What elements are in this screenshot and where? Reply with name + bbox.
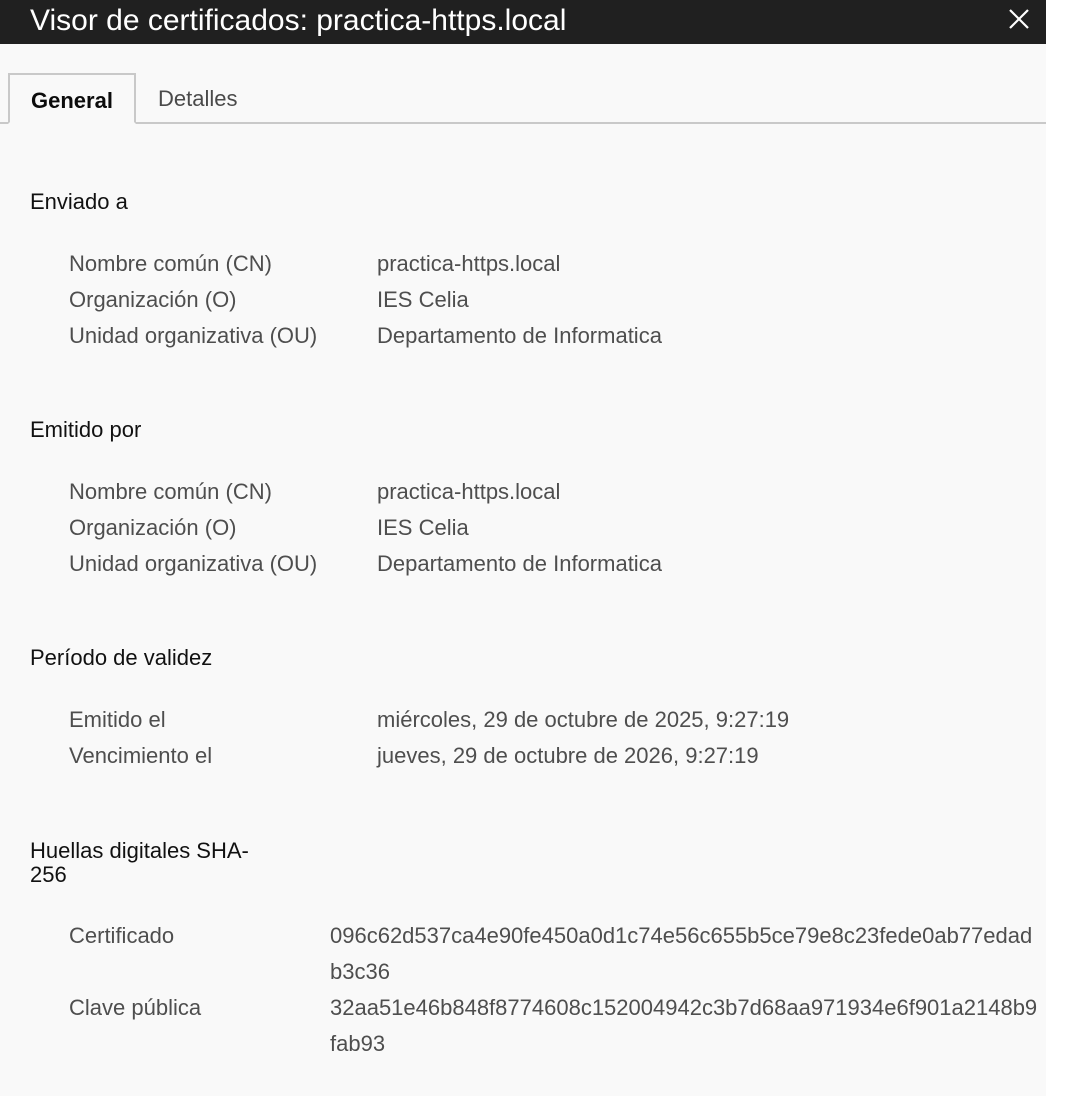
- issued-by-cn-label: Nombre común (CN): [69, 479, 272, 504]
- tab-details[interactable]: Detalles: [158, 73, 237, 124]
- issued-by-ou-label: Unidad organizativa (OU): [69, 551, 318, 576]
- certificate-viewer-dialog: Visor de certificados: practica-https.lo…: [0, 0, 1046, 1096]
- title-bar: Visor de certificados: practica-https.lo…: [0, 0, 1046, 44]
- issued-by-o-value: IES Celia: [377, 515, 469, 540]
- fingerprint-certificate-value: 096c62d537ca4e90fe450a0d1c74e56c655b5ce7…: [330, 923, 1033, 984]
- issued-to-cn-value: practica-https.local: [377, 251, 561, 276]
- issued-to-o-value: IES Celia: [377, 287, 469, 312]
- fingerprint-public-key-label: Clave pública: [69, 995, 202, 1020]
- issued-to-cn-label: Nombre común (CN): [69, 251, 272, 276]
- issued-to-o-label: Organización (O): [69, 287, 237, 312]
- issued-by-o-label: Organización (O): [69, 515, 237, 540]
- section-title-issued-by: Emitido por: [30, 417, 142, 442]
- validity-expires-value: jueves, 29 de octubre de 2026, 9:27:19: [377, 743, 759, 768]
- validity-expires-label: Vencimiento el: [69, 743, 213, 768]
- section-title-fingerprints: Huellas digitales SHA- 256: [30, 839, 249, 887]
- issued-to-ou-label: Unidad organizativa (OU): [69, 323, 318, 348]
- tab-strip: General Detalles: [0, 44, 1046, 124]
- fingerprint-certificate-label: Certificado: [69, 923, 175, 948]
- issued-by-cn-value: practica-https.local: [377, 479, 561, 504]
- close-button[interactable]: [1002, 4, 1036, 38]
- close-icon: [1009, 9, 1029, 29]
- section-title-validity: Período de validez: [30, 645, 213, 670]
- tab-divider: [0, 122, 1046, 124]
- validity-issued-value: miércoles, 29 de octubre de 2025, 9:27:1…: [377, 707, 790, 732]
- tab-general[interactable]: General: [8, 73, 136, 124]
- issued-to-ou-value: Departamento de Informatica: [377, 323, 662, 348]
- validity-issued-label: Emitido el: [69, 707, 166, 732]
- fingerprints-heading-line2: 256: [30, 862, 67, 887]
- fingerprint-public-key-value: 32aa51e46b848f8774608c152004942c3b7d68aa…: [330, 995, 1038, 1056]
- fingerprints-heading-line1: Huellas digitales SHA-: [30, 838, 249, 863]
- issued-by-ou-value: Departamento de Informatica: [377, 551, 662, 576]
- section-title-issued-to: Enviado a: [30, 189, 128, 214]
- dialog-title: Visor de certificados: practica-https.lo…: [30, 4, 567, 37]
